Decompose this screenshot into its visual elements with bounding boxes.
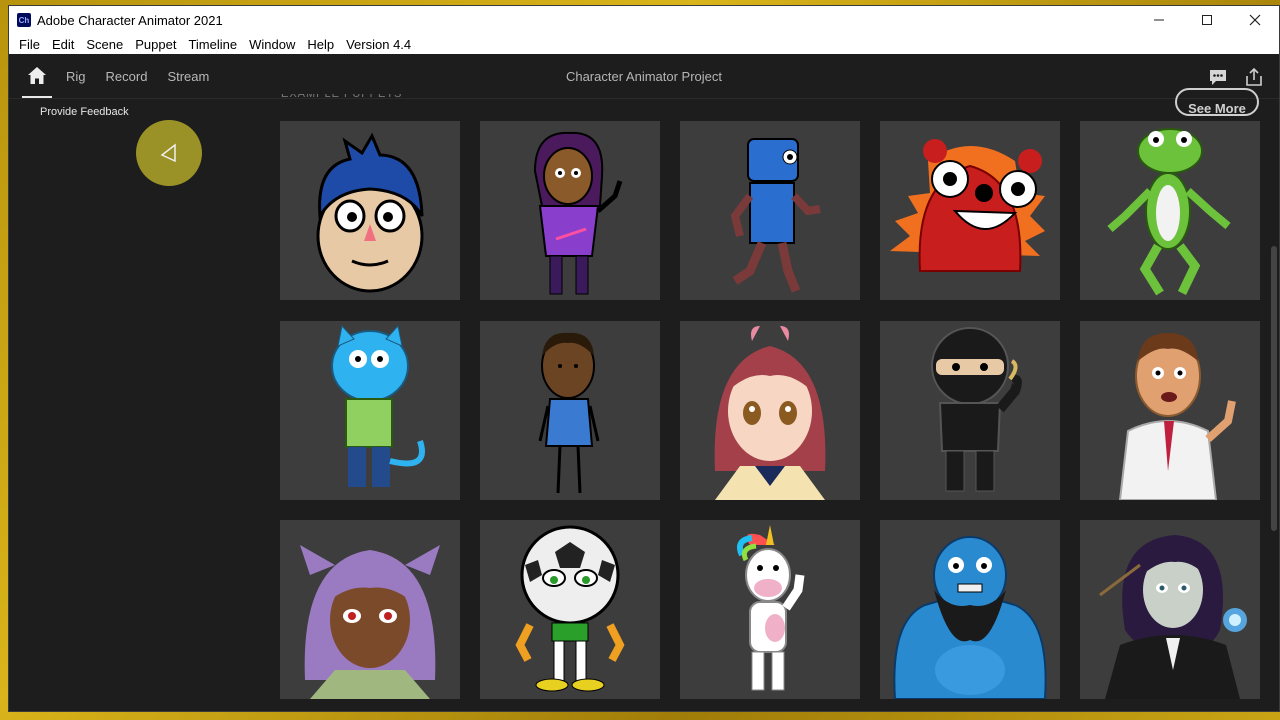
title-bar: Ch Adobe Character Animator 2021 bbox=[9, 6, 1279, 34]
app-header: Rig Record Stream Character Animator Pro… bbox=[9, 54, 1279, 99]
puppet-card-red-monster[interactable] bbox=[880, 121, 1060, 300]
menu-bar: File Edit Scene Puppet Timeline Window H… bbox=[9, 34, 1279, 54]
puppet-thumbnail bbox=[515, 525, 625, 692]
tab-stream[interactable]: Stream bbox=[167, 69, 209, 84]
puppet-thumbnail bbox=[300, 545, 440, 699]
share-button[interactable] bbox=[1243, 66, 1265, 88]
puppet-card-witch[interactable] bbox=[1080, 520, 1260, 699]
section-heading: EXAMPLE PUPPETS bbox=[281, 94, 403, 100]
puppet-thumbnail bbox=[730, 138, 821, 293]
puppet-thumbnail bbox=[931, 327, 1022, 492]
share-icon bbox=[1246, 67, 1262, 86]
puppet-card-blue-ogre[interactable] bbox=[880, 520, 1060, 699]
cursor-arrow-icon bbox=[160, 143, 176, 163]
puppet-thumbnail bbox=[1118, 333, 1236, 500]
puppet-card-cat-girl[interactable] bbox=[280, 520, 460, 699]
puppet-thumbnail bbox=[538, 332, 600, 494]
puppet-thumbnail bbox=[714, 326, 826, 500]
home-content: Provide Feedback EXAMPLE PUPPETS See Mor… bbox=[9, 88, 1279, 711]
tab-rig[interactable]: Rig bbox=[66, 69, 86, 84]
scrollbar-thumb[interactable] bbox=[1271, 246, 1277, 531]
puppet-thumbnail bbox=[331, 324, 425, 487]
puppet-thumbnail bbox=[316, 132, 424, 293]
minimize-button[interactable] bbox=[1135, 6, 1183, 34]
puppet-thumbnail bbox=[533, 131, 623, 295]
puppet-thumbnail bbox=[1099, 535, 1247, 699]
puppet-card-blue-robot[interactable] bbox=[680, 121, 860, 300]
puppet-thumbnail bbox=[737, 525, 805, 691]
menu-scene[interactable]: Scene bbox=[80, 37, 129, 52]
puppet-thumbnail bbox=[890, 139, 1045, 272]
menu-edit[interactable]: Edit bbox=[46, 37, 80, 52]
puppet-card-purple-girl[interactable] bbox=[480, 121, 660, 300]
maximize-button[interactable] bbox=[1183, 6, 1231, 34]
app-logo-icon: Ch bbox=[17, 13, 31, 27]
puppet-card-unicorn[interactable] bbox=[680, 520, 860, 699]
window-controls bbox=[1135, 6, 1279, 34]
menu-help[interactable]: Help bbox=[301, 37, 340, 52]
cursor-highlight bbox=[136, 120, 202, 186]
close-icon bbox=[1249, 14, 1261, 26]
menu-puppet[interactable]: Puppet bbox=[129, 37, 182, 52]
menu-version[interactable]: Version 4.4 bbox=[340, 37, 417, 52]
window-title: Adobe Character Animator 2021 bbox=[37, 12, 223, 28]
puppet-thumbnail bbox=[1107, 128, 1231, 296]
home-sidebar: Provide Feedback bbox=[9, 100, 259, 711]
home-button[interactable] bbox=[22, 65, 52, 98]
menu-timeline[interactable]: Timeline bbox=[182, 37, 243, 52]
see-more-button[interactable]: See More bbox=[1175, 88, 1259, 116]
puppet-card-soccer-ball[interactable] bbox=[480, 520, 660, 699]
tab-record[interactable]: Record bbox=[106, 69, 148, 84]
puppet-card-anime-girl[interactable] bbox=[680, 321, 860, 500]
home-active-indicator bbox=[22, 96, 52, 98]
menu-file[interactable]: File bbox=[13, 37, 46, 52]
puppet-card-doctor[interactable] bbox=[1080, 321, 1260, 500]
vertical-scrollbar[interactable] bbox=[1267, 100, 1279, 711]
minimize-icon bbox=[1154, 19, 1164, 21]
puppet-card-blue-cat[interactable] bbox=[280, 321, 460, 500]
provide-feedback-link[interactable]: Provide Feedback bbox=[40, 106, 129, 118]
puppet-thumbnail bbox=[893, 536, 1047, 699]
puppet-card-stick-boy[interactable] bbox=[480, 321, 660, 500]
menu-window[interactable]: Window bbox=[243, 37, 301, 52]
feedback-button[interactable] bbox=[1207, 66, 1229, 88]
puppet-card-blue-hair-boy[interactable] bbox=[280, 121, 460, 300]
chat-bubble-icon bbox=[1210, 69, 1226, 85]
maximize-icon bbox=[1202, 15, 1212, 25]
puppet-card-green-frog[interactable] bbox=[1080, 121, 1260, 300]
close-button[interactable] bbox=[1231, 6, 1279, 34]
home-icon bbox=[28, 67, 46, 84]
puppet-card-ninja[interactable] bbox=[880, 321, 1060, 500]
app-window: Ch Adobe Character Animator 2021 File Ed… bbox=[8, 5, 1280, 712]
